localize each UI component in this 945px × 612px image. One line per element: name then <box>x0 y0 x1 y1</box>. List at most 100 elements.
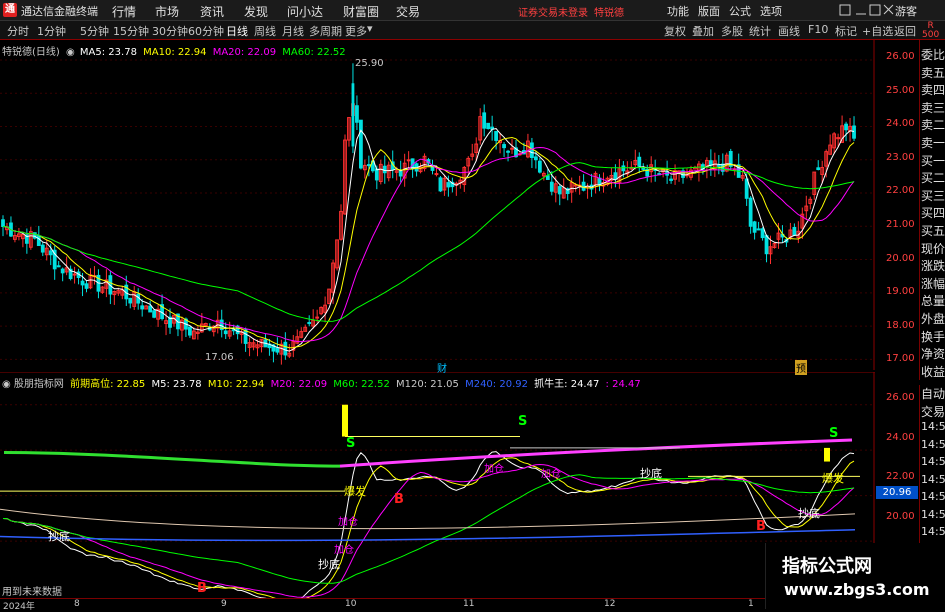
y-tick-label: 20.00 <box>886 252 915 264</box>
login-notice[interactable]: 证券交易未登录 <box>518 4 588 19</box>
btn-tongji[interactable]: 统计 <box>749 23 771 39</box>
order-panel-item[interactable]: 买四 <box>921 204 945 221</box>
menu-wenxiaoda[interactable]: 问小达 <box>287 3 323 20</box>
app-title: 通达信金融终端 <box>21 5 98 18</box>
tab-1min[interactable]: 1分钟 <box>37 23 66 39</box>
order-panel-item[interactable]: 涨幅 <box>921 275 945 292</box>
tab-more[interactable]: 更多 <box>345 23 367 39</box>
guest-label[interactable]: 游客 <box>895 3 917 19</box>
legend-m5: M5: 23.78 <box>151 379 202 390</box>
y-tick-label: 18.00 <box>886 319 915 331</box>
candle-body <box>760 228 765 239</box>
legend-ma10: MA10: 22.94 <box>143 47 207 58</box>
chevron-down-icon[interactable]: ▾ <box>367 22 373 35</box>
order-panel-item[interactable]: 总量 <box>921 292 945 309</box>
menu-banmian[interactable]: 版面 <box>698 3 720 19</box>
tab-multi-period[interactable]: 多周期 <box>309 23 342 39</box>
y-tick-label: 21.00 <box>886 219 915 230</box>
order-panel-item[interactable]: 委比 <box>921 46 945 63</box>
order-panel-item[interactable]: 买一 <box>921 152 945 169</box>
label-chaodi-2: 抄底 <box>318 558 340 571</box>
order-panel-item[interactable]: 买二 <box>921 169 945 186</box>
candle-body <box>72 273 77 276</box>
order-panel-item[interactable]: 买三 <box>921 187 945 204</box>
order-panel-item[interactable]: 外盘 <box>921 310 945 327</box>
settings-dot-icon[interactable]: ◉ <box>66 47 75 58</box>
label-jiacang-4: 加仓 <box>541 469 561 480</box>
menu-jiaoyi[interactable]: 交易 <box>396 3 420 20</box>
order-panel-item[interactable]: 涨跌 <box>921 257 945 274</box>
menu-xuanxiang[interactable]: 选项 <box>760 3 782 19</box>
btn-biaoji[interactable]: 标记 <box>835 23 857 39</box>
btn-back[interactable]: 返回 <box>894 23 916 39</box>
menu-hangqing[interactable]: 行情 <box>112 3 136 20</box>
order-panel-item[interactable]: 卖三 <box>921 99 945 116</box>
candle-body <box>530 142 534 159</box>
menu-zixun[interactable]: 资讯 <box>200 3 224 20</box>
legend-ma20: MA20: 22.09 <box>212 47 277 58</box>
menu-shichang[interactable]: 市场 <box>155 3 179 20</box>
order-panel-item[interactable]: 买五 <box>921 222 945 239</box>
order-panel-item[interactable]: 卖二 <box>921 116 945 133</box>
btn-duogu[interactable]: 多股 <box>721 23 743 39</box>
ind-m240-line <box>0 528 856 542</box>
ind-m20-line <box>2 463 855 598</box>
btn-fuquan[interactable]: 复权 <box>664 23 686 39</box>
menu-faxian[interactable]: 发现 <box>244 3 268 20</box>
legend-m10: M10: 22.94 <box>207 379 265 390</box>
watermark-box: 指标公式网 www.zbgs3.com <box>765 543 945 609</box>
btn-huaxian[interactable]: 画线 <box>778 23 800 39</box>
candle-body <box>573 184 578 187</box>
candle-body <box>36 235 41 247</box>
tab-monthly[interactable]: 月线 <box>282 23 304 39</box>
menu-caifuquan[interactable]: 财富圈 <box>343 3 379 20</box>
order-panel-item[interactable]: 净资 <box>921 345 945 362</box>
date-tick-label: 9 <box>221 599 227 609</box>
app-logo-icon: 通 <box>3 3 17 17</box>
order-panel-item[interactable]: 收益 <box>921 363 945 380</box>
order-panel-item[interactable]: 卖四 <box>921 81 945 98</box>
order-panel-item[interactable]: 换手 <box>921 328 945 345</box>
date-axis: 2024年 8 9 10 11 12 1 <box>0 598 875 612</box>
candle-body <box>48 250 53 256</box>
btn-diejia[interactable]: 叠加 <box>692 23 714 39</box>
candle-body <box>669 178 673 181</box>
btn-add-watchlist[interactable]: +自选 <box>862 23 893 39</box>
kline-chart[interactable] <box>0 40 875 370</box>
tab-daily[interactable]: 日线 <box>226 23 248 39</box>
settings-dot-icon[interactable]: ◉ <box>2 379 11 390</box>
legend-m120: M120: 21.05 <box>396 379 459 390</box>
date-tick-label: 1 <box>748 599 754 609</box>
candle-body <box>140 305 145 310</box>
main-legend-title: 特锐德(日线) <box>2 47 60 58</box>
cai-marker[interactable]: 财 <box>437 360 447 375</box>
order-panel-item[interactable]: 卖五 <box>921 64 945 81</box>
order-panel-item[interactable]: 卖一 <box>921 134 945 151</box>
tab-fenshi[interactable]: 分时 <box>7 23 29 39</box>
candle-body <box>406 159 411 162</box>
candle-body <box>748 197 753 227</box>
maximize-icon[interactable] <box>869 4 881 16</box>
indicator-chart[interactable] <box>0 372 875 598</box>
restore-icon[interactable] <box>839 4 851 16</box>
tab-5min[interactable]: 5分钟 <box>80 23 109 39</box>
label-baofa-1: 爆发 <box>344 485 366 498</box>
candle-body <box>852 125 856 139</box>
watermark-title: 指标公式网 <box>782 556 872 577</box>
yu-marker[interactable]: 预 <box>795 360 807 375</box>
order-panel-item[interactable]: 现价 <box>921 240 945 257</box>
menu-gongshi[interactable]: 公式 <box>729 3 751 19</box>
candle-body <box>549 181 554 192</box>
tab-60min[interactable]: 60分钟 <box>188 23 224 39</box>
indicator-y-tick-label: 22.00 <box>886 471 915 482</box>
tab-30min[interactable]: 30分钟 <box>152 23 188 39</box>
tab-15min[interactable]: 15分钟 <box>113 23 149 39</box>
label-s-1: S <box>346 436 356 451</box>
candle-body <box>537 160 542 173</box>
zhuaniu-line-green <box>3 450 341 468</box>
menu-gongneng[interactable]: 功能 <box>667 3 689 19</box>
indicator-legend: ◉ 股朋指标网 前期高位: 22.85 M5: 23.78 M10: 22.94… <box>2 375 641 390</box>
btn-f10[interactable]: F10 <box>808 23 828 36</box>
tab-weekly[interactable]: 周线 <box>254 23 276 39</box>
y-tick-label: 24.00 <box>886 118 915 130</box>
